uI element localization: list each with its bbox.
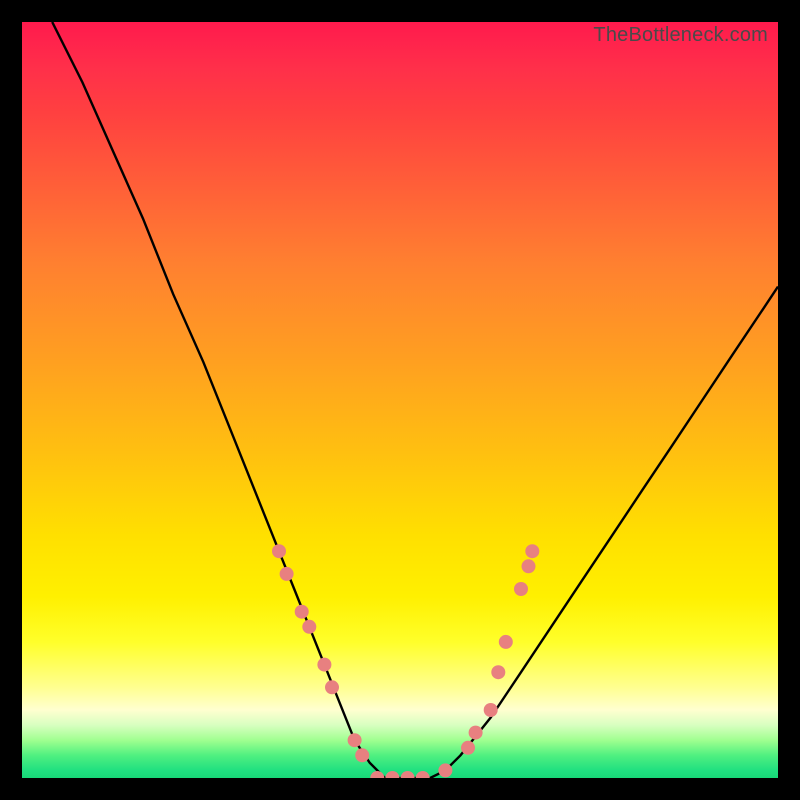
curve-line (52, 22, 778, 778)
plot-area: TheBottleneck.com (22, 22, 778, 778)
marker-dot (525, 544, 539, 558)
marker-dot (355, 748, 369, 762)
marker-dot (272, 544, 286, 558)
marker-dot (499, 635, 513, 649)
marker-dot (385, 771, 399, 778)
marker-dot (416, 771, 430, 778)
marker-dot (461, 741, 475, 755)
marker-dot (484, 703, 498, 717)
marker-dot (491, 665, 505, 679)
curve-markers (272, 544, 539, 778)
marker-dot (438, 763, 452, 777)
marker-dot (514, 582, 528, 596)
outer-frame: TheBottleneck.com (0, 0, 800, 800)
marker-dot (317, 658, 331, 672)
marker-dot (325, 680, 339, 694)
marker-dot (401, 771, 415, 778)
marker-dot (370, 771, 384, 778)
marker-dot (295, 605, 309, 619)
watermark-text: TheBottleneck.com (593, 24, 768, 47)
marker-dot (522, 559, 536, 573)
marker-dot (302, 620, 316, 634)
marker-dot (280, 567, 294, 581)
chart-svg (22, 22, 778, 778)
marker-dot (348, 733, 362, 747)
marker-dot (469, 726, 483, 740)
